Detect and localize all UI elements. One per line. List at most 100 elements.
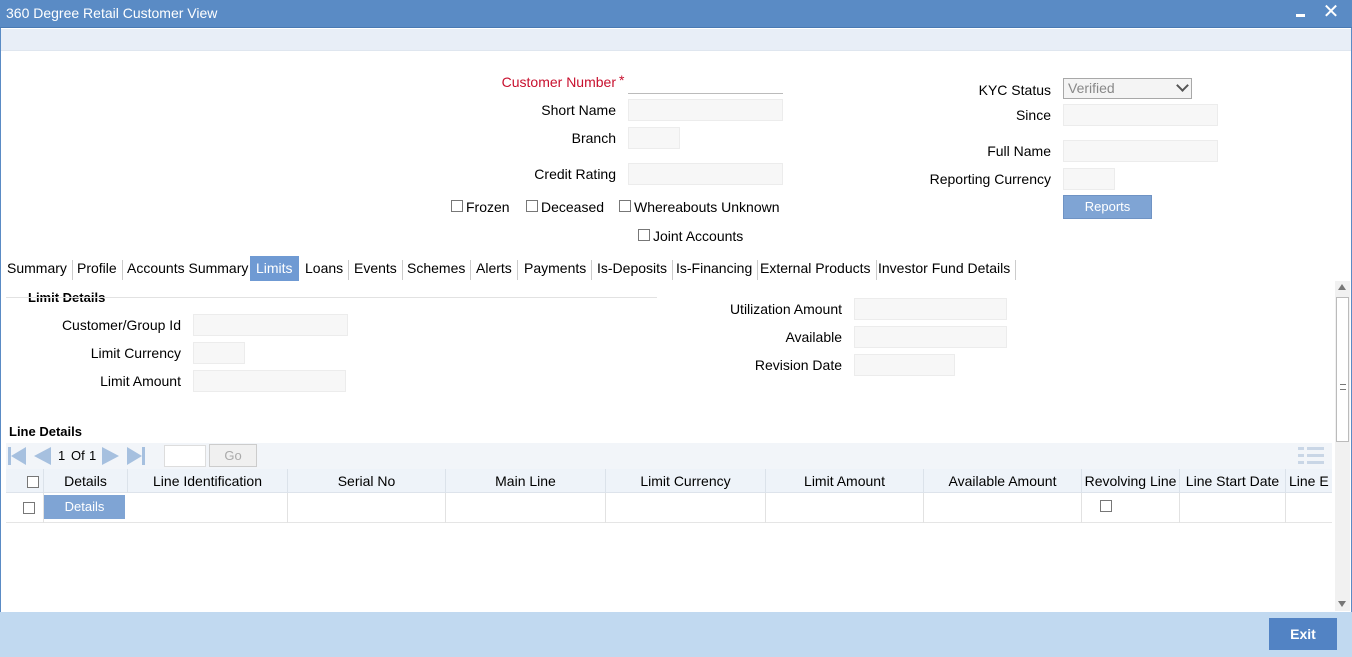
- column-header[interactable]: Serial No: [288, 469, 446, 493]
- available-amount-cell[interactable]: [924, 493, 1082, 523]
- deceased-checkbox[interactable]: [526, 200, 538, 212]
- short-name-label: Short Name: [541, 102, 616, 118]
- limit-currency-cell[interactable]: [606, 493, 766, 523]
- page-number-input[interactable]: [164, 445, 206, 467]
- tab-is-deposits[interactable]: Is-Deposits: [591, 256, 674, 281]
- row-select-cell: [6, 493, 44, 523]
- first-page-icon[interactable]: [8, 447, 28, 465]
- go-button[interactable]: Go: [209, 444, 257, 467]
- short-name-field[interactable]: [628, 99, 783, 121]
- close-icon[interactable]: ✕: [1320, 0, 1342, 22]
- chevron-down-icon: [1176, 79, 1189, 92]
- customer-number-input[interactable]: [628, 72, 783, 94]
- required-marker: *: [619, 72, 625, 88]
- tab-events[interactable]: Events: [348, 256, 403, 281]
- scroll-up-icon[interactable]: [1338, 284, 1346, 290]
- tab-external-products[interactable]: External Products: [754, 256, 877, 281]
- toolbar-strip: [1, 29, 1351, 51]
- tab-summary[interactable]: Summary: [1, 256, 73, 281]
- kyc-status-select[interactable]: Verified: [1063, 78, 1192, 99]
- line-details-title: Line Details: [9, 424, 82, 439]
- tab-profile[interactable]: Profile: [71, 256, 123, 281]
- reporting-currency-label: Reporting Currency: [929, 171, 1051, 187]
- tab-alerts[interactable]: Alerts: [470, 256, 518, 281]
- joint-accounts-label: Joint Accounts: [653, 228, 744, 244]
- column-header[interactable]: Main Line: [446, 469, 606, 493]
- table-header: Details Line Identification Serial No Ma…: [6, 469, 1332, 493]
- column-header[interactable]: Line Identification: [128, 469, 288, 493]
- scroll-down-icon[interactable]: [1338, 601, 1346, 607]
- revolving-line-cell: [1082, 493, 1180, 523]
- total-pages: 1: [89, 448, 97, 463]
- main-line-cell[interactable]: [446, 493, 606, 523]
- tab-investor-fund-details[interactable]: Investor Fund Details: [872, 256, 1017, 281]
- whereabouts-unknown-checkbox[interactable]: [619, 200, 631, 212]
- reports-button[interactable]: Reports: [1063, 195, 1152, 219]
- tab-is-financing[interactable]: Is-Financing: [670, 256, 759, 281]
- column-header[interactable]: Line Start Date: [1180, 469, 1286, 493]
- select-all-cell: [6, 469, 44, 493]
- exit-button[interactable]: Exit: [1269, 618, 1337, 650]
- available-label: Available: [785, 329, 842, 345]
- limit-currency-label: Limit Currency: [90, 345, 181, 361]
- since-field[interactable]: [1063, 104, 1218, 126]
- utilization-amount-label: Utilization Amount: [729, 301, 842, 317]
- row-checkbox[interactable]: [23, 502, 35, 514]
- revolving-line-checkbox[interactable]: [1100, 500, 1112, 512]
- kyc-status-value: Verified: [1068, 80, 1115, 96]
- details-button[interactable]: Details: [44, 495, 125, 519]
- branch-field[interactable]: [628, 127, 680, 149]
- column-header[interactable]: Line E: [1286, 469, 1332, 493]
- scroll-thumb[interactable]: [1336, 297, 1349, 442]
- column-header[interactable]: Limit Amount: [766, 469, 924, 493]
- joint-accounts-checkbox[interactable]: [638, 229, 650, 241]
- column-header[interactable]: Available Amount: [924, 469, 1082, 493]
- pagination-bar: 1 Of 1 Go: [6, 443, 1332, 469]
- line-start-date-cell[interactable]: [1180, 493, 1286, 523]
- limit-amount-label: Limit Amount: [100, 373, 181, 389]
- whereabouts-unknown-label: Whereabouts Unknown: [634, 199, 780, 215]
- footer-bar: Exit: [0, 612, 1352, 657]
- since-label: Since: [1015, 107, 1051, 123]
- frozen-checkbox[interactable]: [451, 200, 463, 212]
- page-of-label: Of: [71, 448, 85, 463]
- limit-amount-field[interactable]: [193, 370, 346, 392]
- window-title: 360 Degree Retail Customer View: [6, 5, 218, 21]
- tab-bar: Summary Profile Accounts Summary Limits …: [0, 256, 1352, 282]
- current-page: 1: [58, 448, 66, 463]
- previous-page-icon[interactable]: [32, 447, 52, 465]
- customer-group-id-field[interactable]: [193, 314, 348, 336]
- grip-icon: [1340, 384, 1346, 390]
- limit-currency-field[interactable]: [193, 342, 245, 364]
- column-header[interactable]: Limit Currency: [606, 469, 766, 493]
- full-name-label: Full Name: [987, 143, 1051, 159]
- title-bar: 360 Degree Retail Customer View ✕: [0, 0, 1352, 28]
- limit-amount-cell[interactable]: [766, 493, 924, 523]
- column-header[interactable]: Revolving Line: [1082, 469, 1180, 493]
- utilization-amount-field[interactable]: [854, 298, 1007, 320]
- column-header[interactable]: Details: [44, 469, 128, 493]
- branch-label: Branch: [571, 130, 616, 146]
- tab-limits[interactable]: Limits: [250, 256, 299, 281]
- kyc-status-label: KYC Status: [978, 82, 1051, 98]
- minimize-icon[interactable]: [1292, 4, 1310, 22]
- deceased-label: Deceased: [541, 199, 605, 215]
- reporting-currency-field[interactable]: [1063, 168, 1115, 190]
- column-settings-icon[interactable]: [1298, 445, 1324, 465]
- tab-schemes[interactable]: Schemes: [401, 256, 472, 281]
- tab-loans[interactable]: Loans: [299, 256, 350, 281]
- tab-accounts-summary[interactable]: Accounts Summary: [121, 256, 255, 281]
- next-page-icon[interactable]: [102, 447, 122, 465]
- vertical-scrollbar[interactable]: [1335, 281, 1350, 611]
- serial-no-cell[interactable]: [288, 493, 446, 523]
- credit-rating-label: Credit Rating: [534, 166, 616, 182]
- revision-date-field[interactable]: [854, 354, 955, 376]
- line-identification-cell[interactable]: [128, 493, 288, 523]
- last-page-icon[interactable]: [127, 447, 147, 465]
- select-all-checkbox[interactable]: [27, 476, 39, 488]
- revision-date-label: Revision Date: [754, 357, 842, 373]
- credit-rating-field[interactable]: [628, 163, 783, 185]
- full-name-field[interactable]: [1063, 140, 1218, 162]
- available-field[interactable]: [854, 326, 1007, 348]
- tab-payments[interactable]: Payments: [518, 256, 593, 281]
